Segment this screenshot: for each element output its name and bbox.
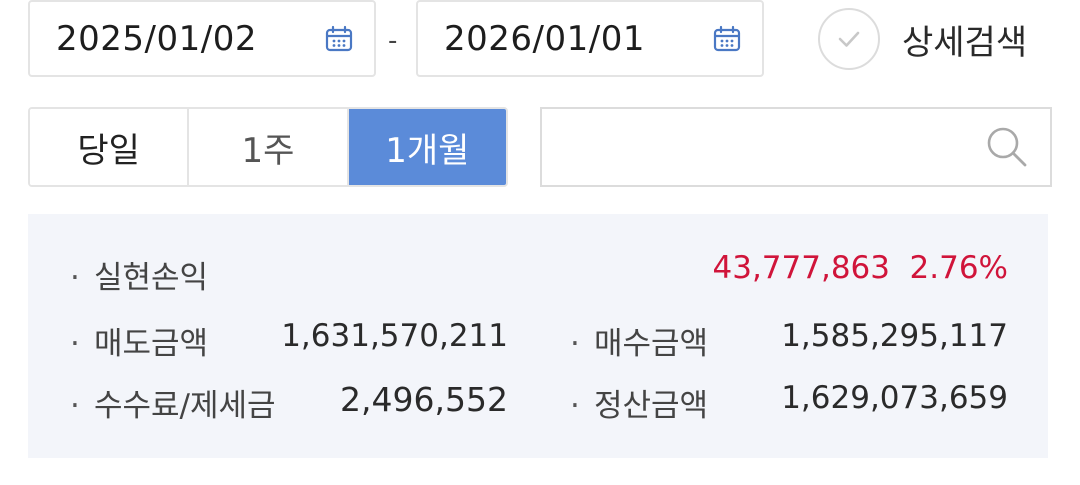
end-date-field[interactable]: 2026/01/01 [416, 0, 764, 77]
date-range-separator: - [388, 26, 398, 56]
search-input[interactable] [540, 107, 1052, 187]
settle-amount-value: 1,629,073,659 [781, 380, 1008, 416]
realized-pnl-row: · 실현손익 43,777,863 2.76% [28, 250, 1048, 302]
settle-amount-row: · 정산금액 1,629,073,659 [528, 380, 1048, 430]
detail-search-toggle[interactable]: 상세검색 [818, 8, 1027, 70]
realized-pnl-label: · 실현손익 [70, 260, 209, 296]
search-icon[interactable] [982, 122, 1032, 172]
buy-amount-label: · 매수금액 [570, 326, 709, 362]
start-date-value: 2025/01/02 [56, 18, 257, 59]
detail-search-label[interactable]: 상세검색 [902, 15, 1027, 64]
realized-pnl-rate: 2.76% [909, 250, 1008, 286]
period-today-button[interactable]: 당일 [30, 109, 190, 185]
period-selector: 당일 1주 1개월 [28, 107, 508, 187]
buy-amount-value: 1,585,295,117 [781, 318, 1008, 354]
calendar-icon[interactable] [710, 22, 744, 56]
fee-tax-value: 2,496,552 [340, 380, 508, 419]
sell-amount-label: · 매도금액 [70, 326, 209, 362]
fee-tax-label: · 수수료/제세금 [70, 388, 276, 424]
realized-pnl-amount: 43,777,863 [712, 250, 891, 286]
period-1month-button[interactable]: 1개월 [348, 109, 506, 185]
end-date-value: 2026/01/01 [444, 18, 645, 59]
calendar-icon[interactable] [322, 22, 356, 56]
period-1week-button[interactable]: 1주 [189, 109, 349, 185]
check-icon[interactable] [818, 8, 880, 70]
settle-amount-label: · 정산금액 [570, 388, 709, 424]
start-date-field[interactable]: 2025/01/02 [28, 0, 376, 77]
buy-amount-row: · 매수금액 1,585,295,117 [528, 318, 1048, 368]
summary-panel: · 실현손익 43,777,863 2.76% · 매도금액 1,631,570,2… [28, 214, 1048, 458]
sell-amount-value: 1,631,570,211 [281, 318, 508, 354]
